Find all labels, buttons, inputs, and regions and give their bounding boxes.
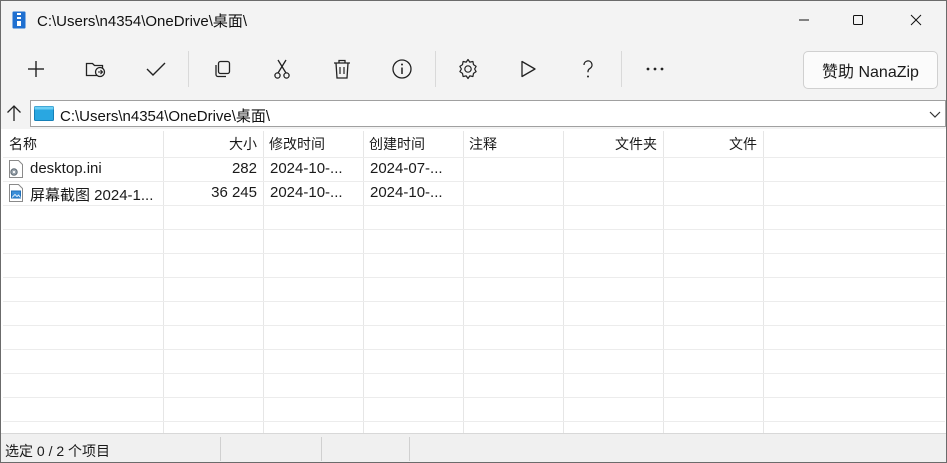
copy-button[interactable] — [202, 49, 242, 89]
file-list[interactable]: 名称 大小 修改时间 创建时间 注释 文件夹 文件 desktop.ini 28… — [3, 131, 945, 433]
column-divider — [463, 131, 464, 433]
benchmark-button[interactable] — [508, 49, 548, 89]
window-title: C:\Users\n4354\OneDrive\桌面\ — [37, 13, 248, 30]
address-path: C:\Users\n4354\OneDrive\桌面\ — [60, 108, 271, 125]
chevron-down-icon[interactable] — [928, 107, 942, 121]
row-divider — [3, 253, 945, 254]
column-divider — [363, 131, 364, 433]
settings-file-icon — [9, 160, 23, 178]
folder-icon — [34, 106, 54, 121]
file-name: desktop.ini — [30, 160, 102, 177]
file-size: 282 — [231, 160, 257, 177]
address-bar[interactable]: C:\Users\n4354\OneDrive\桌面\ — [30, 100, 946, 127]
column-header-comment[interactable]: 注释 — [469, 134, 497, 156]
column-header-created[interactable]: 创建时间 — [369, 134, 425, 156]
folder-extract-icon — [85, 62, 106, 78]
more-icon — [646, 67, 664, 71]
column-header-size[interactable]: 大小 — [163, 134, 257, 156]
column-divider — [663, 131, 664, 433]
row-divider — [3, 397, 945, 398]
title-bar[interactable]: C:\Users\n4354\OneDrive\桌面\ — [1, 1, 946, 39]
delete-button[interactable] — [322, 49, 362, 89]
question-icon — [583, 60, 593, 78]
nanazip-window: C:\Users\n4354\OneDrive\桌面\ 赞助 NanaZip C… — [0, 0, 947, 463]
row-divider — [3, 181, 945, 182]
archive-app-icon — [12, 11, 26, 29]
copy-icon — [215, 60, 231, 78]
row-divider — [3, 325, 945, 326]
column-divider — [263, 131, 264, 433]
file-created: 2024-10-... — [370, 184, 443, 201]
toolbar-separator — [435, 51, 436, 87]
toolbar: 赞助 NanaZip — [1, 39, 946, 97]
info-icon — [392, 59, 412, 79]
close-icon — [910, 14, 922, 26]
column-divider — [563, 131, 564, 433]
checkmark-icon — [146, 62, 166, 76]
toolbar-separator — [621, 51, 622, 87]
row-divider — [3, 301, 945, 302]
row-divider — [3, 157, 945, 158]
status-separator — [409, 437, 410, 461]
plus-icon — [28, 61, 44, 77]
more-button[interactable] — [635, 49, 675, 89]
gear-icon — [459, 58, 477, 80]
status-separator — [321, 437, 322, 461]
status-bar: 选定 0 / 2 个项目 — [1, 433, 946, 462]
maximize-button[interactable] — [835, 1, 881, 39]
up-folder-button[interactable] — [3, 102, 25, 124]
row-divider — [3, 421, 945, 422]
file-created: 2024-07-... — [370, 160, 443, 177]
row-divider — [3, 229, 945, 230]
minimize-button[interactable] — [781, 1, 827, 39]
extract-button[interactable] — [76, 49, 116, 89]
add-button[interactable] — [16, 49, 56, 89]
arrow-up-icon — [7, 105, 21, 121]
file-modified: 2024-10-... — [270, 184, 343, 201]
column-header-name[interactable]: 名称 — [9, 134, 37, 156]
help-button[interactable] — [568, 49, 608, 89]
column-header-modified[interactable]: 修改时间 — [269, 134, 325, 156]
test-button[interactable] — [136, 49, 176, 89]
row-divider — [3, 277, 945, 278]
trash-icon — [334, 59, 350, 79]
file-modified: 2024-10-... — [270, 160, 343, 177]
maximize-icon — [853, 15, 863, 25]
row-divider — [3, 373, 945, 374]
column-header-folders[interactable]: 文件夹 — [563, 134, 657, 156]
scissors-icon — [274, 59, 290, 79]
settings-button[interactable] — [448, 49, 488, 89]
close-button[interactable] — [893, 1, 939, 39]
file-name: 屏幕截图 2024-1... — [30, 187, 154, 204]
sponsor-button[interactable]: 赞助 NanaZip — [803, 51, 938, 89]
info-button[interactable] — [382, 49, 422, 89]
minimize-icon — [799, 19, 809, 21]
row-divider — [3, 349, 945, 350]
status-separator — [220, 437, 221, 461]
column-header-files[interactable]: 文件 — [663, 134, 757, 156]
address-row: C:\Users\n4354\OneDrive\桌面\ — [1, 97, 946, 129]
column-divider — [763, 131, 764, 433]
row-divider — [3, 205, 945, 206]
toolbar-separator — [188, 51, 189, 87]
move-button[interactable] — [262, 49, 302, 89]
play-icon — [521, 60, 536, 78]
image-file-icon — [9, 184, 23, 202]
file-size: 36 245 — [211, 184, 257, 201]
selection-status: 选定 0 / 2 个项目 — [5, 443, 111, 459]
